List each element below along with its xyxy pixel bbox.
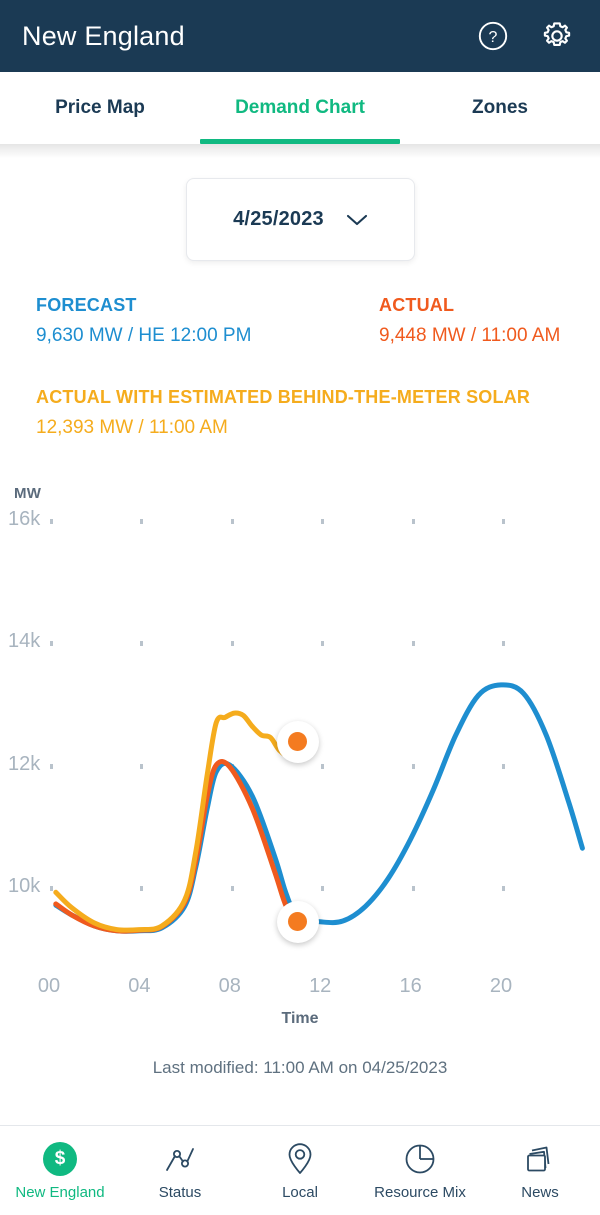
app-header: New England ? [0,0,600,72]
tab-price-map[interactable]: Price Map [0,72,200,144]
legend-forecast: FORECAST 9,630 MW / HE 12:00 PM [36,295,251,347]
bottom-nav: $ New England Status Local Resource Mix … [0,1125,600,1215]
x-axis-title: Time [281,1010,319,1027]
nav-item-new-england[interactable]: $ New England [0,1126,120,1215]
tab-bar-shadow [0,144,600,158]
demand-chart: MW 10k 12k 14k 16k 00 04 08 12 16 20 Time [0,470,600,1030]
nav-label: Local [282,1184,318,1201]
legend-value: 9,630 MW / HE 12:00 PM [36,325,252,346]
pie-chart-icon [405,1144,435,1174]
tab-demand-chart[interactable]: Demand Chart [200,72,400,144]
x-tick-label: 20 [489,975,513,997]
tab-zones[interactable]: Zones [400,72,600,144]
line-chart-icon [166,1148,194,1171]
help-button[interactable]: ? [476,19,510,53]
legend-title: ACTUAL WITH ESTIMATED BEHIND-THE-METER S… [36,387,531,407]
x-tick-label: 16 [399,975,422,997]
nav-label: New England [15,1184,105,1201]
chart-marker[interactable] [276,720,319,763]
tab-bar: Price Map Demand Chart Zones [0,72,600,144]
help-circle-icon: ? [478,21,508,51]
gear-icon [543,22,571,46]
nav-label: Status [158,1184,202,1201]
demand-chart-screen: New England ? Price Map Demand Chart Zon… [0,0,600,1215]
last-modified-text: Last modified: 11:00 AM on 04/25/2023 [152,1058,448,1077]
legend-value: 12,393 MW / 11:00 AM [36,417,228,438]
tab-label: Zones [472,97,528,118]
nav-item-resource-mix[interactable]: Resource Mix [360,1126,480,1215]
legend-title: ACTUAL [379,295,455,315]
chart-marker[interactable] [276,900,319,943]
svg-text:?: ? [489,29,498,46]
header-actions: ? [476,19,574,53]
legend-actual-with-solar: ACTUAL WITH ESTIMATED BEHIND-THE-METER S… [36,387,530,439]
date-select[interactable]: 4/25/2023 [186,178,415,261]
map-pin-icon [288,1143,312,1174]
nav-label: News [521,1184,559,1201]
nav-item-status[interactable]: Status [120,1126,240,1215]
x-tick-label: 00 [37,975,61,997]
series-line [53,682,585,934]
nav-label: Resource Mix [374,1184,466,1201]
settings-button[interactable] [540,19,574,53]
legend-title: FORECAST [36,295,137,315]
tab-label: Price Map [55,97,145,118]
legend-value: 9,448 MW / 11:00 AM [379,325,561,346]
x-tick-label: 12 [309,975,332,997]
dollar-badge: $ [43,1142,77,1176]
chart-plot [53,682,585,934]
chart-marker-dot [288,912,308,932]
chevron-down-icon [346,214,367,225]
x-tick-label: 08 [218,975,241,997]
nav-item-news[interactable]: News [480,1126,600,1215]
nav-item-local[interactable]: Local [240,1126,360,1215]
tab-label: Demand Chart [235,97,365,118]
dollar-badge-icon: $ [43,1141,77,1177]
date-select-value: 4/25/2023 [233,208,324,230]
page-title: New England [22,20,185,51]
news-cards-icon [527,1146,550,1172]
chart-marker-dot [288,732,308,752]
legend-actual: ACTUAL 9,448 MW / 11:00 AM [379,295,560,347]
series-line [53,758,301,934]
x-tick-label: 04 [128,975,151,997]
